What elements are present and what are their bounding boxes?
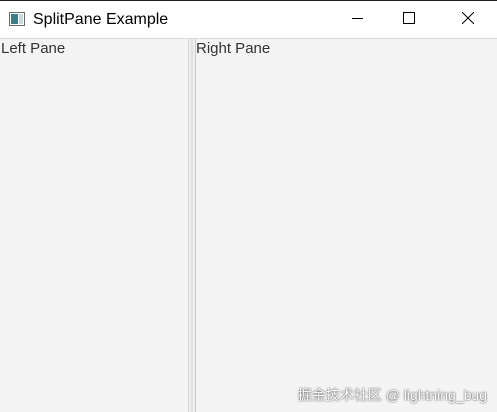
close-button[interactable]	[445, 1, 491, 38]
right-pane[interactable]: Right Pane	[196, 39, 497, 412]
window-title: SplitPane Example	[33, 11, 169, 28]
app-window: SplitPane Example Left Pane Right Pane 掘…	[0, 0, 497, 412]
title-bar[interactable]: SplitPane Example	[0, 0, 497, 38]
minimize-button[interactable]	[335, 1, 381, 38]
minimize-icon	[352, 11, 364, 29]
maximize-icon	[403, 11, 415, 29]
left-pane[interactable]: Left Pane	[0, 39, 188, 412]
left-pane-label: Left Pane	[1, 40, 66, 57]
close-icon	[461, 11, 475, 29]
divider-handle	[191, 39, 193, 412]
right-pane-label: Right Pane	[196, 40, 271, 57]
java-app-icon	[9, 11, 25, 27]
maximize-button[interactable]	[386, 1, 432, 38]
split-pane: Left Pane Right Pane	[0, 39, 497, 412]
split-divider[interactable]	[188, 39, 196, 412]
watermark: 掘金技术社区 @ lightning_bug	[297, 387, 487, 403]
